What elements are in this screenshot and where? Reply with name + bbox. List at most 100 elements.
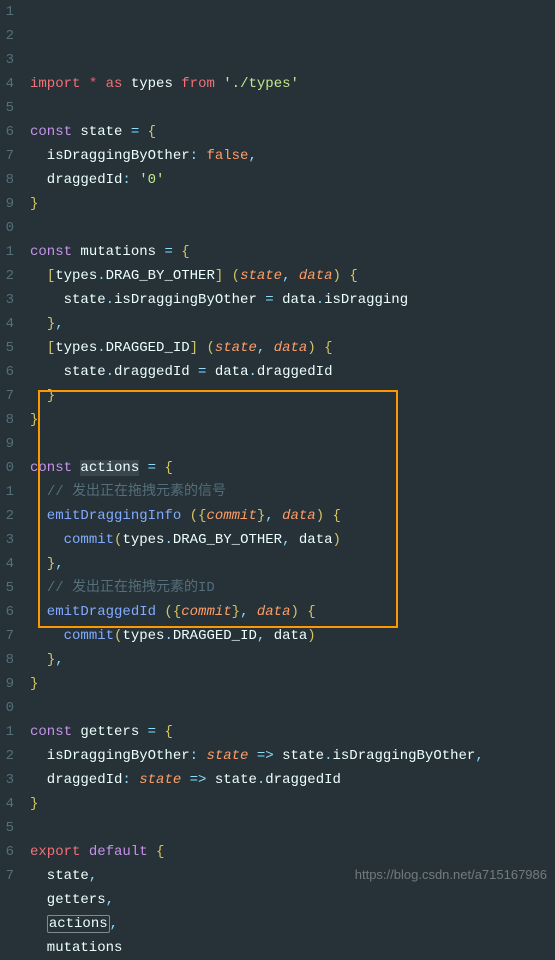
code-line[interactable]: isDraggingByOther: state => state.isDrag…	[30, 744, 555, 768]
code-line[interactable]: state.isDraggingByOther = data.isDraggin…	[30, 288, 555, 312]
code-line[interactable]: },	[30, 552, 555, 576]
code-token: export	[30, 844, 89, 860]
code-line[interactable]: getters,	[30, 888, 555, 912]
code-token: }	[47, 556, 55, 572]
code-token: const	[30, 244, 80, 260]
code-token: actions	[80, 460, 139, 476]
code-token: =>	[181, 772, 215, 788]
code-line[interactable]: import * as types from './types'	[30, 72, 555, 96]
code-token: }	[30, 196, 38, 212]
code-line[interactable]: commit(types.DRAGGED_ID, data)	[30, 624, 555, 648]
code-line[interactable]: [types.DRAG_BY_OTHER] (state, data) {	[30, 264, 555, 288]
code-token: types	[122, 532, 164, 548]
line-number: 1	[0, 480, 14, 504]
code-line[interactable]: [types.DRAGGED_ID] (state, data) {	[30, 336, 555, 360]
code-token: {	[316, 340, 333, 356]
code-line[interactable]: }	[30, 192, 555, 216]
code-token: data	[274, 340, 308, 356]
code-token: {	[156, 844, 164, 860]
code-line[interactable]: export default {	[30, 840, 555, 864]
line-number: 3	[0, 768, 14, 792]
code-token: import	[30, 76, 89, 92]
code-line[interactable]: }	[30, 672, 555, 696]
code-token: )	[290, 604, 298, 620]
code-line[interactable]	[30, 696, 555, 720]
code-area[interactable]: import * as types from './types' const st…	[18, 0, 555, 893]
code-editor[interactable]: 1234567890123456789012345678901234567 im…	[0, 0, 555, 893]
code-token: ,	[257, 340, 274, 356]
line-number: 9	[0, 192, 14, 216]
code-line[interactable]	[30, 432, 555, 456]
code-token: types	[55, 268, 97, 284]
code-token: '0'	[139, 172, 164, 188]
code-token: .	[164, 532, 172, 548]
code-token: DRAG_BY_OTHER	[173, 532, 282, 548]
line-number: 4	[0, 72, 14, 96]
code-token: =	[198, 364, 215, 380]
code-token: ,	[89, 868, 97, 884]
code-token: )	[307, 628, 315, 644]
line-number: 6	[0, 600, 14, 624]
code-token: data	[299, 268, 333, 284]
code-line[interactable]	[30, 96, 555, 120]
code-line[interactable]: draggedId: state => state.draggedId	[30, 768, 555, 792]
code-token: data	[282, 508, 316, 524]
code-token: =	[164, 244, 181, 260]
line-number: 1	[0, 0, 14, 24]
code-line[interactable]: mutations	[30, 936, 555, 960]
code-token: }	[47, 388, 55, 404]
line-number: 1	[0, 240, 14, 264]
code-token: state	[30, 868, 89, 884]
code-line[interactable]	[30, 816, 555, 840]
code-token	[30, 340, 47, 356]
code-token: draggedId	[265, 772, 341, 788]
code-line[interactable]: actions,	[30, 912, 555, 936]
code-token: state	[282, 748, 324, 764]
code-token: :	[122, 172, 139, 188]
code-line[interactable]: const actions = {	[30, 456, 555, 480]
code-line[interactable]: const getters = {	[30, 720, 555, 744]
code-token: .	[164, 628, 172, 644]
code-line[interactable]	[30, 216, 555, 240]
code-line[interactable]: commit(types.DRAG_BY_OTHER, data)	[30, 528, 555, 552]
code-token	[30, 532, 64, 548]
code-token: )	[333, 532, 341, 548]
code-token: ,	[265, 508, 282, 524]
code-token: .	[106, 292, 114, 308]
code-line[interactable]: },	[30, 312, 555, 336]
code-line[interactable]: }	[30, 408, 555, 432]
code-line[interactable]: },	[30, 648, 555, 672]
line-number: 4	[0, 792, 14, 816]
code-token: .	[324, 748, 332, 764]
code-line[interactable]: }	[30, 792, 555, 816]
code-token	[30, 484, 47, 500]
code-line[interactable]: state.draggedId = data.draggedId	[30, 360, 555, 384]
code-token: ,	[475, 748, 483, 764]
code-token: actions	[47, 915, 110, 933]
code-token: getters	[80, 724, 147, 740]
code-token: =	[148, 460, 165, 476]
code-token: .	[248, 364, 256, 380]
code-line[interactable]: isDraggingByOther: false,	[30, 144, 555, 168]
code-token: (	[223, 268, 240, 284]
code-token: .	[97, 268, 105, 284]
code-token: )	[333, 268, 341, 284]
code-token: default	[89, 844, 156, 860]
code-line[interactable]: // 发出正在拖拽元素的ID	[30, 576, 555, 600]
code-token: }	[30, 676, 38, 692]
code-line[interactable]: }	[30, 384, 555, 408]
line-number: 2	[0, 504, 14, 528]
code-line[interactable]: emitDraggingInfo ({commit}, data) {	[30, 504, 555, 528]
code-line[interactable]: emitDraggedId ({commit}, data) {	[30, 600, 555, 624]
code-line[interactable]: draggedId: '0'	[30, 168, 555, 192]
line-number: 1	[0, 720, 14, 744]
code-token: commit	[181, 604, 231, 620]
line-number: 5	[0, 336, 14, 360]
code-line[interactable]: const state = {	[30, 120, 555, 144]
code-token: =	[148, 724, 165, 740]
code-line[interactable]: const mutations = {	[30, 240, 555, 264]
code-token: data	[215, 364, 249, 380]
line-number: 0	[0, 456, 14, 480]
code-line[interactable]: // 发出正在拖拽元素的信号	[30, 480, 555, 504]
code-token: state	[206, 748, 248, 764]
